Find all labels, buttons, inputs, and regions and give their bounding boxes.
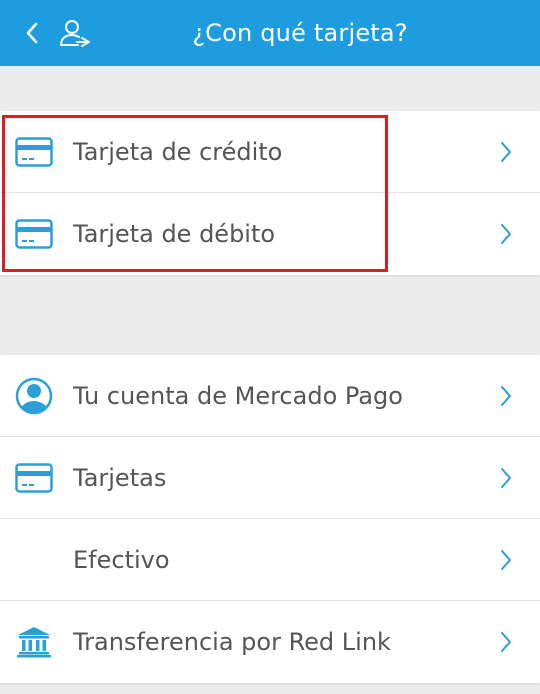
top-app-bar: ¿Con qué tarjeta?: [0, 0, 540, 66]
list-item-cash[interactable]: Efectivo: [0, 519, 540, 601]
credit-card-icon: [14, 437, 54, 519]
chevron-right-icon: [498, 601, 514, 683]
list-item-label: Transferencia por Red Link: [73, 628, 391, 656]
user-switch-icon: [60, 20, 90, 47]
list-item-label: Tu cuenta de Mercado Pago: [73, 382, 403, 410]
card-type-list: Tarjeta de crédito Tarjeta de débito: [0, 111, 540, 275]
list-item-cards[interactable]: Tarjetas: [0, 437, 540, 519]
list-item-label: Tarjeta de crédito: [73, 138, 283, 166]
bank-icon: [14, 601, 54, 683]
chevron-right-icon: [498, 193, 514, 275]
chevron-right-icon: [498, 519, 514, 601]
chevron-right-icon: [498, 437, 514, 519]
list-item-label: Tarjetas: [73, 464, 167, 492]
list-item-mercado-pago-account[interactable]: Tu cuenta de Mercado Pago: [0, 355, 540, 437]
credit-card-icon: [14, 111, 54, 193]
chevron-right-icon: [498, 355, 514, 437]
payment-method-list: Tu cuenta de Mercado Pago Tarjetas Efect…: [0, 355, 540, 683]
list-item-label: Efectivo: [73, 546, 170, 574]
back-button[interactable]: [16, 17, 48, 49]
chevron-left-icon: [26, 22, 38, 44]
account-button[interactable]: [56, 14, 94, 52]
list-item-credit-card[interactable]: Tarjeta de crédito: [0, 111, 540, 193]
list-item-label: Tarjeta de débito: [73, 220, 276, 248]
chevron-right-icon: [498, 111, 514, 193]
page-title: ¿Con qué tarjeta?: [192, 19, 408, 47]
credit-card-icon: [14, 193, 54, 275]
account-user-icon: [14, 355, 54, 437]
list-item-debit-card[interactable]: Tarjeta de débito: [0, 193, 540, 275]
list-item-bank-transfer[interactable]: Transferencia por Red Link: [0, 601, 540, 683]
